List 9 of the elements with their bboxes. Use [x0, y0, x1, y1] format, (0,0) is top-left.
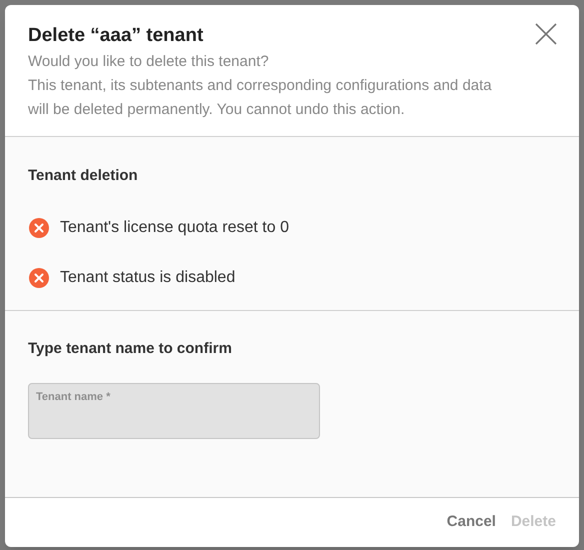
- section-heading: Tenant deletion: [28, 166, 139, 186]
- dialog-description: This tenant, its subtenants and corresponding configurations and data will be deleted permanently. You cannot undo this action.: [28, 76, 493, 120]
- deletion-item-text: Tenant's license quota reset to 0: [60, 218, 289, 238]
- section-heading: Type tenant name to confirm: [28, 338, 233, 358]
- close-button[interactable]: [535, 23, 557, 45]
- deletion-item-text: Tenant status is disabled: [60, 268, 236, 288]
- dialog-button[interactable]: Cancel: [446, 511, 496, 534]
- dialog-title: Delete “aaa” tenant: [28, 24, 204, 48]
- dialog-subtitle: Would you like to delete this tenant?: [28, 52, 270, 72]
